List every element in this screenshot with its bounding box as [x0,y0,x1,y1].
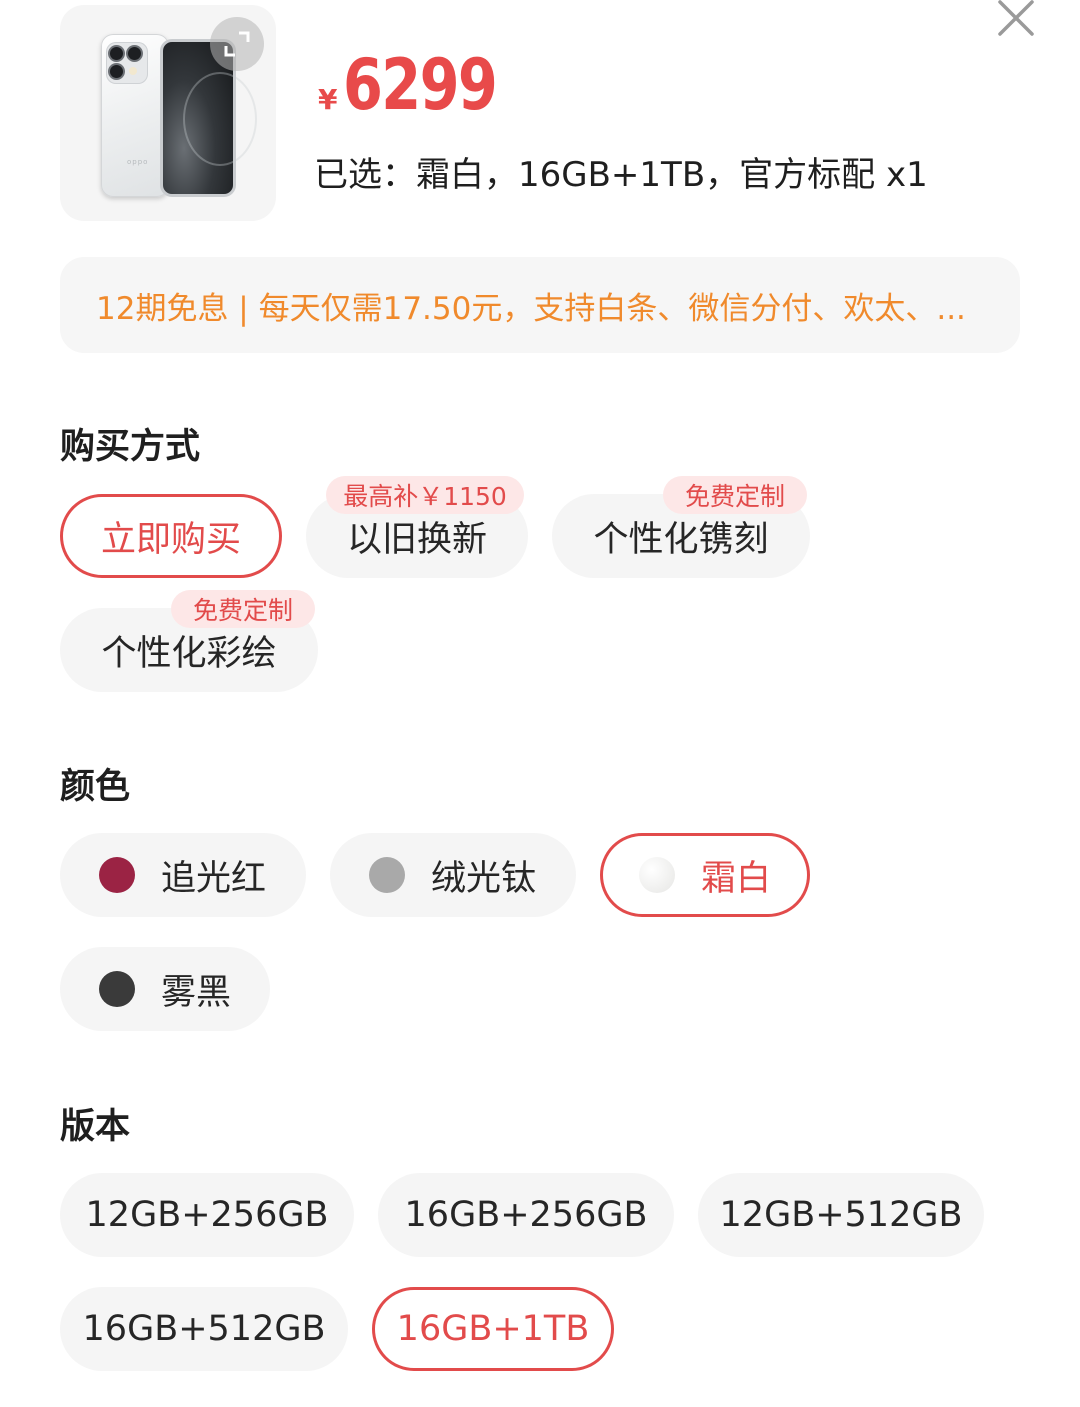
installment-text: 12期免息 | 每天仅需17.50元，支持白条、微信分付、欢太、... [96,290,966,327]
selected-summary: 已选：霜白，16GB+1TB，官方标配 x1 [314,155,928,195]
camera-module [106,42,148,84]
color-swatch [639,857,675,893]
purchase-section-title: 购买方式 [60,427,201,467]
color-swatch [99,971,135,1007]
version-option-label: 16GB+256GB [404,1195,648,1235]
price-value: 6299 [343,44,498,126]
color-option-frost-white[interactable]: 霜白 [600,833,810,917]
version-option[interactable]: 16GB+256GB [378,1173,674,1257]
color-option-label: 追光红 [161,858,267,899]
purchase-option-label: 以旧换新 [346,519,487,560]
version-option-label: 12GB+512GB [719,1195,963,1235]
price: ¥ 6299 [318,40,530,130]
version-option-selected[interactable]: 16GB+1TB [372,1287,614,1371]
color-swatch [99,857,135,893]
purchase-option-label: 个性化彩绘 [101,633,277,674]
installment-banner[interactable]: 12期免息 | 每天仅需17.50元，支持白条、微信分付、欢太、... [60,257,1020,353]
version-option[interactable]: 12GB+512GB [698,1173,984,1257]
color-option-label: 雾黑 [161,972,232,1013]
version-option[interactable]: 12GB+256GB [60,1173,354,1257]
purchase-option-buy-now[interactable]: 立即购买 [60,494,282,578]
version-option-label: 16GB+512GB [82,1309,326,1349]
product-thumbnail[interactable]: oppo [60,5,276,221]
purchase-option-label: 个性化镌刻 [593,519,769,560]
color-option-label: 绒光钛 [431,858,537,899]
version-option-label: 16GB+1TB [396,1309,590,1349]
close-icon[interactable] [994,0,1038,40]
trade-in-subsidy-tag: 最高补￥1150 [326,476,524,514]
color-option-red[interactable]: 追光红 [60,833,306,917]
version-section-title: 版本 [60,1107,131,1147]
expand-icon[interactable] [210,17,264,71]
currency-symbol: ¥ [318,83,338,116]
color-swatch [369,857,405,893]
engraving-free-tag: 免费定制 [663,476,807,514]
color-section-title: 颜色 [60,767,131,807]
purchase-option-label: 立即购买 [100,519,241,560]
version-option[interactable]: 16GB+512GB [60,1287,348,1371]
color-option-label: 霜白 [701,858,772,899]
painting-free-tag: 免费定制 [171,590,315,628]
color-option-mist-black[interactable]: 雾黑 [60,947,270,1031]
color-option-titanium[interactable]: 绒光钛 [330,833,576,917]
phone-back-image: oppo [101,34,169,197]
version-option-label: 12GB+256GB [85,1195,329,1235]
sku-selector-sheet: oppo ¥ 6299 已选：霜白，16GB+1TB，官方标配 x1 12期免息… [0,0,1080,1407]
